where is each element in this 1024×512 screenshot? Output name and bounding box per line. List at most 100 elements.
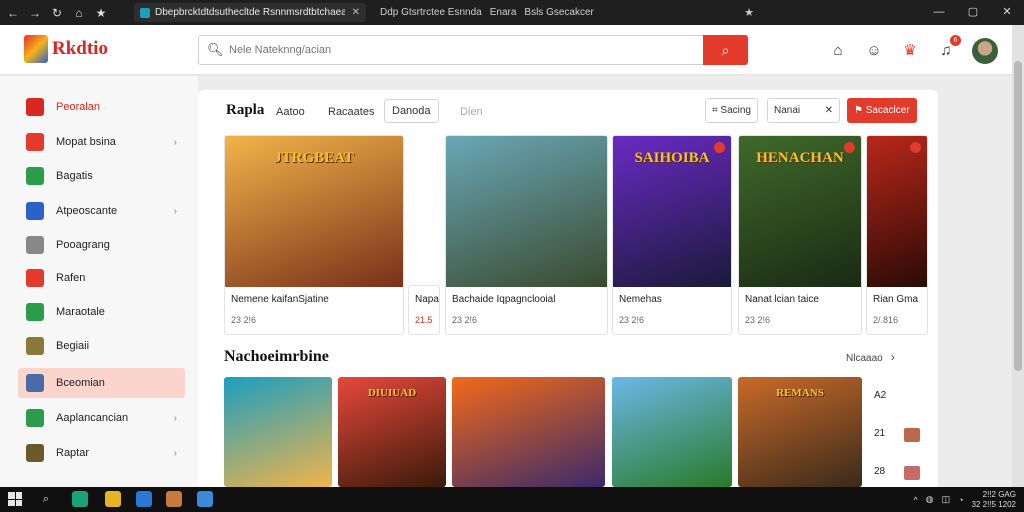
trophy-icon[interactable]: ♛ [898,39,922,63]
recommended-card[interactable]: REMANS [738,377,862,487]
clock-date: 32 2!!5 1202 [971,499,1016,509]
game-rating: 23 2!6 [745,315,771,325]
back-icon[interactable]: ← [2,6,24,20]
game-rating: 21.5 [415,315,433,325]
rank-thumbnail[interactable] [904,466,920,480]
game-app-icon[interactable] [166,491,182,507]
sidebar-item[interactable]: Begiaii [18,331,185,361]
reload-icon[interactable]: ↻ [46,6,68,20]
sidebar-item[interactable]: Maraotale [18,297,185,327]
sidebar-item[interactable]: Aaplancancian › [18,403,185,433]
tab-filter[interactable]: Aatoo [276,102,305,122]
game-card[interactable]: Rian Gma 2/.816 [866,135,928,335]
forward-icon[interactable]: → [24,6,46,20]
hot-badge [714,142,725,153]
minimize-button[interactable]: — [922,0,956,25]
search-button[interactable]: ⌕ [703,35,748,65]
filter-chip[interactable]: Nanai ✕ [767,98,840,123]
see-all-link[interactable]: Nlcaaao › [846,350,895,364]
sidebar-item-label: Raptar [56,447,90,459]
chevron-right-icon: › [890,350,895,364]
search-icon: 🔍︎ [207,42,224,57]
store-app-icon[interactable] [197,491,213,507]
game-card[interactable]: HENACHAN Nanat lcian taice 23 2!6 [738,135,862,335]
bag-icon[interactable]: ⌂ [826,39,850,63]
game-cover-image: JTRGBEAT [225,136,403,287]
hot-badge [844,142,855,153]
brand-logo[interactable]: Rkdtio [24,35,108,63]
bookmark-icon[interactable]: ★ [90,6,112,20]
game-card[interactable]: Bachaide Iqpagnclooial 23 2!6 [445,135,608,335]
sidebar-item-label: Rafen [56,272,86,284]
sidebar-item[interactable]: Pooagrang [18,230,185,260]
file-explorer-icon[interactable] [105,491,121,507]
recommended-card[interactable] [612,377,732,487]
network-icon[interactable]: ◍ [926,494,934,505]
search-icon[interactable]: ⌕ [38,491,54,507]
close-window-button[interactable]: ✕ [990,0,1024,25]
sidebar-item[interactable]: Bagatis [18,161,185,191]
address-bar[interactable]: Ddp Gtsrtrctee Esnnda Enara Bsls Gsecakc… [374,3,754,22]
game-rating: 23 2!6 [231,315,257,325]
browser-app-icon[interactable] [72,491,88,507]
game-card[interactable]: MIBHAIRNapa21.5 [408,285,440,335]
app-header: Rkdtio 🔍︎ ⌕ ⌂ ☺ ♛ ♫6 [0,25,1012,75]
scrollbar-thumb[interactable] [1014,61,1022,371]
clock[interactable]: 2!!2 GAG 32 2!!5 1202 [972,490,1016,510]
browser-tab[interactable]: Dbepbrcktdtdsuthecltde Rsnnmsrdtbtchaeas… [134,3,366,22]
sidebar-item[interactable]: Peoralan [18,92,185,122]
tab-filter[interactable]: Racaates [328,102,374,122]
notification-badge: 6 [950,35,961,46]
game-cover-image: SAIHOIBA [613,136,731,287]
sidebar-item-icon [26,409,44,427]
bell-icon[interactable]: ♫ 6 [934,35,961,63]
recommended-card[interactable]: DIUIUAD [338,377,446,487]
logo-icon [24,35,48,63]
close-icon[interactable]: ✕ [825,99,833,122]
see-all-label: Nlcaaao [846,353,883,364]
address-part: Ddp Gtsrtrctee Esnnda [380,7,482,18]
rank-number: A2 [874,390,887,401]
game-card[interactable]: SAIHOIBA Nemehas 23 2!6 [612,135,732,335]
sidebar-item[interactable]: Mopat bsina › [18,127,185,157]
rank-thumbnail[interactable] [904,428,920,442]
mail-app-icon[interactable] [136,491,152,507]
volume-icon[interactable]: ◔ [958,495,963,505]
sidebar-item-icon [26,133,44,151]
sidebar-item-icon [26,337,44,355]
game-cover-image [446,136,607,287]
display-icon[interactable]: ◫ [942,494,951,505]
sidebar-item-icon [26,374,44,392]
star-icon[interactable]: ★ [744,6,754,19]
sidebar-item-label: Aaplancancian [56,412,129,424]
sidebar-item-label: Begiaii [56,340,90,352]
tab-close-icon[interactable]: ✕ [352,7,360,18]
tab-filter-selected[interactable]: Danoda [384,99,439,123]
filter-action-button[interactable]: ⚑ Sacaclcer [847,98,917,123]
tag-filter-button[interactable]: ⌗ Sacing [705,98,758,123]
sidebar-item[interactable]: Bceomian [18,368,185,398]
start-button[interactable] [8,492,22,506]
avatar[interactable] [972,38,998,64]
game-card[interactable]: JTRGBEAT Nemene kaifanSjatine 23 2!6 [224,135,404,335]
sidebar-item-icon [26,167,44,185]
brand-name: Rkdtio [52,38,108,59]
game-title: Napa [415,294,439,305]
search-input[interactable] [229,41,689,59]
sidebar-item[interactable]: Raptar › [18,438,185,468]
sidebar-item[interactable]: Rafen [18,263,185,293]
recommended-card[interactable] [452,377,605,487]
game-rating: 23 2!6 [619,315,645,325]
rank-number: 28 [874,466,886,477]
controller-icon[interactable]: ☺ [862,39,886,63]
address-part: Bsls Gsecakcer [524,7,594,18]
tray-chevron-icon[interactable]: ^ [913,495,917,505]
home-icon[interactable]: ⌂ [68,6,90,20]
tab-filter[interactable]: Dien [460,102,483,122]
page-scrollbar[interactable] [1012,25,1024,487]
search-bar: 🔍︎ ⌕ [198,35,748,65]
recommended-card[interactable] [224,377,332,487]
maximize-button[interactable]: ▢ [956,0,990,25]
sidebar-item[interactable]: Atpeoscante › [18,196,185,226]
header-actions: ⌂ ☺ ♛ ♫ 6 [826,35,998,64]
